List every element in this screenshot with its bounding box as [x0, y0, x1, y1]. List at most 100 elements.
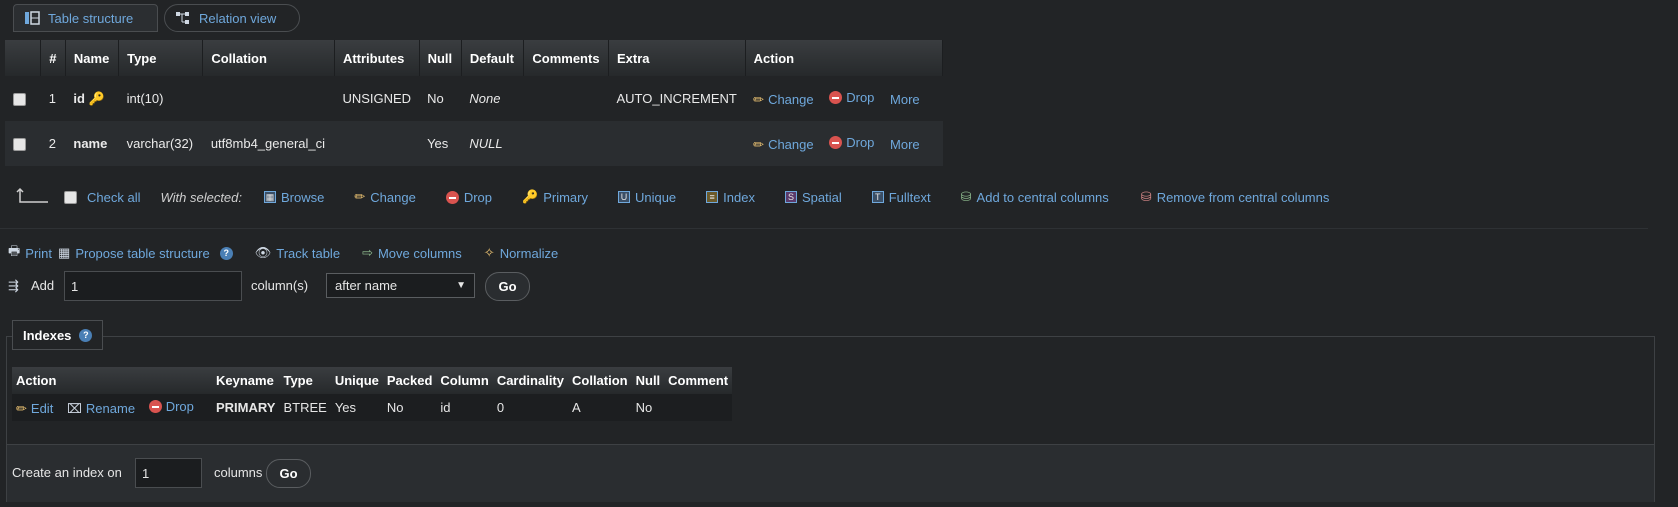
add-columns-count-input[interactable] [64, 271, 242, 301]
create-index-go-button[interactable]: Go [266, 459, 311, 488]
header-attributes: Attributes [334, 40, 420, 76]
bulk-add-central-button[interactable]: ⛁ Add to central columns [961, 189, 1109, 205]
row-actions: ✏ Change Drop More [745, 76, 943, 121]
row-name-cell: id 🔑 [65, 76, 119, 121]
add-columns-go-button[interactable]: Go [485, 272, 530, 301]
index-icon: ≡ [706, 191, 719, 203]
bulk-primary-label: Primary [543, 189, 588, 205]
header-collation: Collation [202, 40, 335, 76]
change-button[interactable]: ✏ Change [753, 137, 813, 153]
drop-icon [829, 135, 843, 149]
idx-header-collation: Collation [568, 367, 632, 394]
drop-label: Drop [846, 134, 875, 150]
table-row: ✏ Edit ⌧ Rename Drop PRIMARY BTREE Yes No … [12, 394, 733, 421]
table-tools-bar: 🖶 Print ▦ Propose table structure ? 👁 Track… [8, 242, 580, 264]
indexes-table: Action Keyname Type Unique Packed Column… [12, 367, 733, 421]
indexes-legend: Indexes ? [12, 320, 104, 350]
row-type: int(10) [118, 76, 203, 121]
tab-relation-view-label: Relation view [199, 10, 277, 26]
row-actions: ✏ Change Drop More [745, 121, 943, 166]
row-default: None [461, 76, 524, 121]
arrow-up-left-icon [16, 187, 48, 203]
move-columns-link[interactable]: ⇨ Move columns [362, 245, 462, 261]
row-num: 1 [40, 76, 66, 121]
pencil-icon: ✏ [753, 136, 765, 152]
row-extra: AUTO_INCREMENT [608, 76, 746, 121]
idx-keyname: PRIMARY [212, 394, 280, 421]
check-all-checkbox[interactable] [64, 190, 77, 204]
track-table-link[interactable]: 👁 Track table [255, 245, 340, 261]
bulk-drop-button[interactable]: Drop [445, 189, 492, 205]
tab-relation-view[interactable]: Relation view [164, 4, 300, 32]
bulk-index-label: Index [723, 189, 755, 205]
normalize-link[interactable]: ✧ Normalize [484, 245, 558, 261]
browse-icon: ▦ [264, 191, 276, 203]
unique-icon: U [617, 191, 630, 203]
propose-structure-label: Propose table structure [75, 245, 210, 261]
bulk-browse-label: Browse [281, 189, 325, 205]
row-name-cell: name [65, 121, 119, 166]
row-checkbox[interactable] [13, 138, 26, 152]
column-position-select[interactable]: after name ▼ [326, 273, 475, 298]
idx-cardinality: 0 [492, 394, 568, 421]
remove-central-icon: ⛁ [1140, 189, 1152, 204]
row-num: 2 [40, 121, 66, 166]
more-button[interactable]: More [890, 92, 920, 107]
bulk-add-central-label: Add to central columns [976, 189, 1109, 205]
tab-table-structure[interactable]: Table structure [13, 4, 158, 32]
help-icon[interactable]: ? [219, 246, 233, 260]
help-icon[interactable]: ? [79, 328, 93, 342]
create-index-label: Create an index on [12, 465, 122, 480]
print-link[interactable]: 🖶 Print [8, 242, 52, 264]
idx-header-keyname: Keyname [212, 367, 280, 394]
idx-header-cardinality: Cardinality [492, 367, 568, 394]
bulk-change-button[interactable]: ✏ Change [354, 189, 415, 205]
idx-unique: Yes [330, 394, 383, 421]
tab-table-structure-label: Table structure [48, 10, 134, 26]
bulk-drop-label: Drop [463, 189, 492, 205]
index-edit-button[interactable]: ✏ Edit [16, 401, 53, 417]
create-index-count-input[interactable] [135, 458, 202, 488]
columns-unit-label: column(s) [251, 278, 309, 293]
bulk-fulltext-button[interactable]: T Fulltext [871, 190, 931, 205]
change-button[interactable]: ✏ Change [753, 92, 813, 108]
drop-button[interactable]: Drop [829, 135, 874, 150]
check-all-link[interactable]: Check all [87, 190, 140, 205]
change-label: Change [768, 92, 814, 107]
divider [0, 228, 1648, 229]
magic-wand-icon: ✧ [483, 245, 495, 260]
row-attributes: UNSIGNED [334, 76, 420, 121]
table-row: 1 id 🔑 int(10) UNSIGNED No None AUTO_INC… [5, 76, 943, 121]
row-checkbox[interactable] [13, 93, 26, 107]
header-select [5, 40, 42, 76]
bulk-actions-bar: Check all With selected: ▦ Browse ✏ Change… [16, 185, 1359, 209]
move-columns-icon: ⇨ [362, 245, 373, 260]
propose-structure-link[interactable]: ▦ Propose table structure [58, 245, 210, 261]
bulk-primary-button[interactable]: 🔑 Primary [522, 189, 588, 205]
table-structure-icon [25, 11, 40, 25]
change-label: Change [768, 137, 814, 152]
add-label: Add [31, 278, 55, 293]
bulk-remove-central-button[interactable]: ⛁ Remove from central columns [1141, 189, 1330, 205]
index-rename-button[interactable]: ⌧ Rename [67, 401, 135, 417]
pencil-icon: ✏ [354, 189, 366, 204]
add-central-icon: ⛁ [960, 189, 972, 204]
header-num: # [40, 40, 66, 76]
bulk-change-label: Change [370, 189, 416, 205]
pencil-icon: ✏ [753, 91, 765, 107]
idx-header-unique: Unique [330, 367, 383, 394]
more-button[interactable]: More [890, 137, 920, 152]
bulk-index-button[interactable]: ≡ Index [706, 190, 755, 205]
primary-key-icon: 🔑 [88, 90, 105, 106]
bulk-unique-button[interactable]: U Unique [617, 190, 676, 205]
bulk-browse-button[interactable]: ▦ Browse [264, 190, 324, 205]
index-drop-button[interactable]: Drop [148, 399, 194, 414]
drop-icon [445, 190, 459, 204]
bulk-spatial-button[interactable]: S Spatial [784, 190, 842, 205]
row-comments [523, 76, 609, 121]
header-extra: Extra [608, 40, 746, 76]
idx-actions: ✏ Edit ⌧ Rename Drop [12, 394, 212, 421]
row-attributes [334, 121, 420, 166]
drop-button[interactable]: Drop [829, 90, 874, 105]
idx-header-type: Type [279, 367, 331, 394]
